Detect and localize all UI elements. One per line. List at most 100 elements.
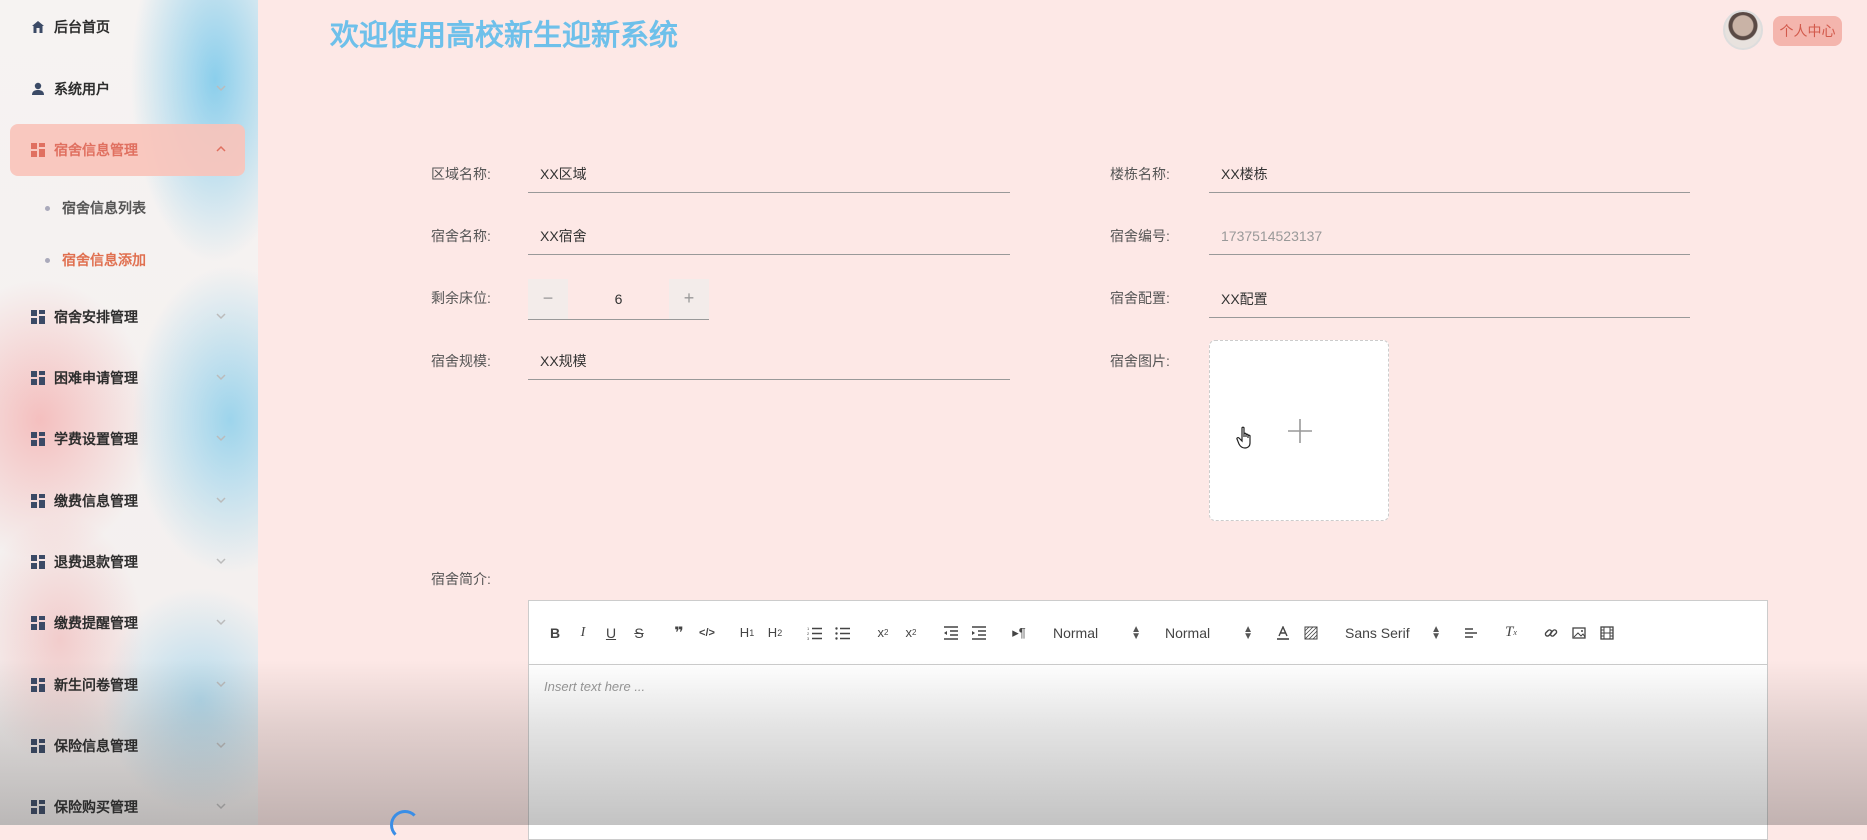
sidebar-item-refund[interactable]: 退费退款管理: [10, 536, 245, 588]
outdent-icon[interactable]: [937, 621, 965, 645]
sidebar-item-payment[interactable]: 缴费信息管理: [10, 475, 245, 527]
chevron-down-icon: [216, 803, 226, 810]
ordered-list-icon[interactable]: 123: [801, 621, 829, 645]
beds-value[interactable]: 6: [568, 291, 669, 307]
indent-icon[interactable]: [965, 621, 993, 645]
italic-button[interactable]: I: [569, 621, 597, 645]
chevron-down-icon: [216, 681, 226, 688]
sidebar-item-label: 退费退款管理: [54, 554, 138, 570]
hand-cursor-icon: [1236, 426, 1251, 449]
sidebar-item-tuition[interactable]: 学费设置管理: [10, 413, 245, 465]
avatar[interactable]: [1723, 10, 1763, 50]
sidebar-item-home[interactable]: 后台首页: [10, 1, 245, 53]
building-input[interactable]: XX楼栋: [1209, 155, 1690, 193]
sidebar-subitem-label: 宿舍信息添加: [62, 252, 146, 268]
h1-button[interactable]: H1: [733, 621, 761, 645]
loading-spinner-icon: [390, 810, 420, 840]
sidebar: 后台首页 系统用户 宿舍信息管理 宿舍信息列表 宿舍信息添加 宿舍安排管理 困难…: [0, 0, 258, 825]
sidebar-item-label: 保险信息管理: [54, 738, 138, 754]
bullet-dot: [45, 205, 50, 211]
sidebar-item-survey[interactable]: 新生问卷管理: [10, 659, 245, 711]
dorm-name-input[interactable]: XX宿舍: [528, 217, 1010, 255]
superscript-button[interactable]: x2: [897, 621, 925, 645]
clear-format-icon[interactable]: Tx: [1497, 621, 1525, 645]
sidebar-item-hardship[interactable]: 困难申请管理: [10, 352, 245, 404]
link-icon[interactable]: [1537, 621, 1565, 645]
dorm-number-input[interactable]: 1737514523137: [1209, 217, 1690, 255]
scale-input[interactable]: XX规模: [528, 342, 1010, 380]
beds-label: 剩余床位:: [431, 290, 491, 306]
chevron-down-icon: [216, 85, 226, 92]
area-input[interactable]: XX区域: [528, 155, 1010, 193]
underline-button[interactable]: U: [597, 621, 625, 645]
chevron-down-icon: [216, 313, 226, 320]
config-label: 宿舍配置:: [1110, 290, 1170, 306]
plus-icon: [1288, 419, 1312, 443]
grid-icon: [30, 370, 46, 386]
grid-icon: [30, 142, 46, 158]
bold-button[interactable]: B: [541, 621, 569, 645]
code-icon[interactable]: </>: [693, 621, 721, 645]
chevron-down-icon: [216, 742, 226, 749]
sidebar-item-system-users[interactable]: 系统用户: [10, 63, 245, 115]
grid-icon: [30, 615, 46, 631]
blockquote-icon[interactable]: ❞: [665, 621, 693, 645]
sidebar-item-label: 保险购买管理: [54, 799, 138, 815]
sidebar-item-dorm-info[interactable]: 宿舍信息管理: [10, 124, 245, 176]
header-select[interactable]: Normal ▲ ▼: [1049, 621, 1145, 645]
sidebar-item-dorm-arrange[interactable]: 宿舍安排管理: [10, 291, 245, 343]
sidebar-item-insurance-purchase[interactable]: 保险购买管理: [10, 781, 245, 825]
scale-label: 宿舍规模:: [431, 353, 491, 369]
size-select[interactable]: Normal ▲ ▼: [1161, 621, 1257, 645]
sidebar-item-label: 缴费信息管理: [54, 493, 138, 509]
increment-button[interactable]: +: [669, 278, 709, 319]
user-center-button[interactable]: 个人中心: [1773, 16, 1842, 46]
rich-text-editor: B I U S ❞ </> H1 H2 123 x2 x2 ▸¶ Normal …: [528, 600, 1768, 840]
subscript-button[interactable]: x2: [869, 621, 897, 645]
intro-label: 宿舍简介:: [431, 571, 491, 587]
page-title: 欢迎使用高校新生迎新系统: [330, 20, 679, 52]
grid-icon: [30, 493, 46, 509]
svg-text:3: 3: [807, 636, 810, 640]
grid-icon: [30, 431, 46, 447]
config-input[interactable]: XX配置: [1209, 280, 1690, 318]
area-label: 区域名称:: [431, 166, 491, 182]
editor-body[interactable]: Insert text here ...: [529, 665, 1767, 708]
select-arrows-icon: ▲ ▼: [1243, 623, 1253, 642]
bullet-dot: [45, 257, 50, 263]
grid-icon: [30, 738, 46, 754]
sidebar-item-insurance[interactable]: 保险信息管理: [10, 720, 245, 772]
sidebar-item-label: 系统用户: [54, 81, 110, 97]
image-icon[interactable]: [1565, 621, 1593, 645]
sidebar-item-label: 困难申请管理: [54, 370, 138, 386]
text-direction-icon[interactable]: ▸¶: [1005, 621, 1033, 645]
decrement-button[interactable]: −: [528, 278, 568, 319]
video-icon[interactable]: [1593, 621, 1621, 645]
h2-button[interactable]: H2: [761, 621, 789, 645]
sidebar-subitem-dorm-add[interactable]: 宿舍信息添加: [45, 245, 146, 275]
bullet-list-icon[interactable]: [829, 621, 857, 645]
strike-button[interactable]: S: [625, 621, 653, 645]
chevron-down-icon: [216, 435, 226, 442]
sidebar-item-label: 宿舍安排管理: [54, 309, 138, 325]
background-color-icon[interactable]: [1297, 621, 1325, 645]
font-color-icon[interactable]: [1269, 621, 1297, 645]
sidebar-item-reminder[interactable]: 缴费提醒管理: [10, 597, 245, 649]
grid-icon: [30, 309, 46, 325]
dorm-number-label: 宿舍编号:: [1110, 228, 1170, 244]
sidebar-subitem-dorm-list[interactable]: 宿舍信息列表: [45, 193, 146, 223]
chevron-down-icon: [216, 497, 226, 504]
building-label: 楼栋名称:: [1110, 166, 1170, 182]
font-select[interactable]: Sans Serif ▲ ▼: [1341, 621, 1445, 645]
sidebar-item-label: 宿舍信息管理: [54, 142, 138, 158]
editor-toolbar: B I U S ❞ </> H1 H2 123 x2 x2 ▸¶ Normal …: [529, 601, 1767, 665]
sidebar-item-label: 缴费提醒管理: [54, 615, 138, 631]
dorm-name-label: 宿舍名称:: [431, 228, 491, 244]
size-select-value: Normal: [1165, 624, 1211, 641]
beds-stepper: − 6 +: [528, 278, 709, 320]
sidebar-item-label: 新生问卷管理: [54, 677, 138, 693]
align-icon[interactable]: [1457, 621, 1485, 645]
image-label: 宿舍图片:: [1110, 353, 1170, 369]
select-arrows-icon: ▲ ▼: [1131, 623, 1141, 642]
header-select-value: Normal: [1053, 624, 1099, 641]
